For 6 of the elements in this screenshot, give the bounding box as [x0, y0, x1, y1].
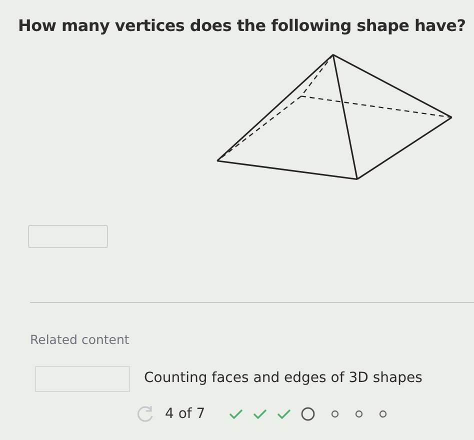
section-heading: Related content [30, 331, 130, 350]
related-link[interactable]: Counting faces and edges of 3D shapes [144, 368, 422, 390]
question-text: How many vertices does the following shape have? [17, 15, 467, 36]
refresh-icon[interactable] [135, 404, 155, 424]
progress-label: 4 of 7 [165, 404, 206, 424]
answer-field[interactable] [28, 225, 108, 248]
